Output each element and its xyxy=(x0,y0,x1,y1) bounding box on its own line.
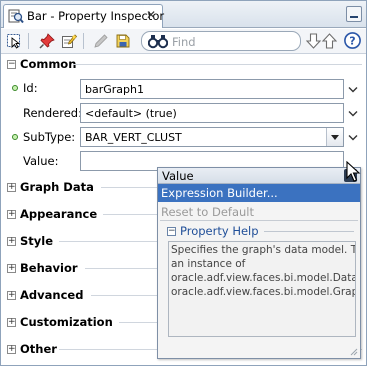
section-divider xyxy=(91,295,157,296)
menu-item-reset-to-default[interactable]: Reset to Default xyxy=(158,202,360,220)
property-inspector-panel: Bar - Property Inspector ✕ Find ? − Comm… xyxy=(0,0,367,366)
value-popup-menu: Value ✕ Expression Builder... Reset to D… xyxy=(157,167,361,359)
svg-text:?: ? xyxy=(349,35,355,48)
id-value: barGraph1 xyxy=(85,83,144,96)
pencil-icon[interactable] xyxy=(93,33,109,49)
expand-icon[interactable]: + xyxy=(7,264,16,273)
section-label: Appearance xyxy=(20,207,98,221)
section-common[interactable]: − Common xyxy=(7,57,362,73)
toolbar-separator xyxy=(83,33,84,49)
value-label: Value: xyxy=(23,154,59,168)
section-label: Graph Data xyxy=(20,180,94,194)
section-divider xyxy=(264,231,354,232)
search-placeholder: Find xyxy=(172,35,196,49)
subtype-select[interactable]: BAR_VERT_CLUST xyxy=(80,127,344,147)
property-inspector-icon xyxy=(8,9,24,24)
mouse-cursor-icon xyxy=(346,161,361,182)
expand-icon[interactable]: + xyxy=(7,210,16,219)
binoculars-icon[interactable] xyxy=(148,34,168,49)
required-indicator-icon xyxy=(12,134,18,140)
select-icon[interactable] xyxy=(6,33,22,49)
expand-icon[interactable]: + xyxy=(7,318,16,327)
edit-icon[interactable] xyxy=(61,33,77,49)
rendered-label: Rendered: xyxy=(23,106,82,120)
section-divider xyxy=(119,322,157,323)
toolbar-separator xyxy=(28,33,29,49)
resize-grip-icon[interactable] xyxy=(350,348,358,356)
collapse-icon[interactable]: − xyxy=(7,60,16,69)
section-label: Advanced xyxy=(20,288,84,302)
property-help-title: Property Help xyxy=(180,224,259,238)
section-divider xyxy=(103,214,157,215)
pin-icon[interactable] xyxy=(39,33,55,49)
rendered-select[interactable]: <default> (true) xyxy=(80,103,344,123)
property-help-text-area[interactable]: Specifies the graph's data model. This a… xyxy=(168,241,356,337)
chevron-down-icon[interactable] xyxy=(348,85,358,95)
chevron-down-icon[interactable] xyxy=(348,109,358,119)
help-icon[interactable]: ? xyxy=(344,32,361,49)
subtype-value: BAR_VERT_CLUST xyxy=(85,131,182,144)
expand-icon[interactable]: + xyxy=(7,237,16,246)
id-label: Id: xyxy=(23,81,38,95)
subtype-label: SubType: xyxy=(23,130,76,144)
menu-item-label: Reset to Default xyxy=(161,205,254,219)
search-input[interactable]: Find xyxy=(141,31,301,51)
section-label: Customization xyxy=(20,315,113,329)
section-label: Other xyxy=(20,342,57,356)
section-label: Behavior xyxy=(20,261,78,275)
expand-icon[interactable]: + xyxy=(7,183,16,192)
property-help-text: Specifies the graph's data model. This a… xyxy=(171,244,356,298)
rendered-value: <default> (true) xyxy=(85,107,177,120)
save-icon[interactable] xyxy=(115,33,131,49)
id-field[interactable]: barGraph1 xyxy=(80,79,344,99)
popup-header: Value ✕ xyxy=(158,168,360,184)
menu-item-label: Expression Builder... xyxy=(161,186,278,200)
menu-item-expression-builder[interactable]: Expression Builder... xyxy=(158,184,360,202)
chevron-down-icon[interactable] xyxy=(348,133,358,143)
expand-icon[interactable]: + xyxy=(7,345,16,354)
expand-icon[interactable]: + xyxy=(7,291,16,300)
title-bar: Bar - Property Inspector ✕ xyxy=(1,1,366,28)
tab-title: Bar - Property Inspector xyxy=(27,9,165,23)
section-divider xyxy=(73,64,362,65)
section-divider xyxy=(85,268,157,269)
tab-property-inspector[interactable]: Bar - Property Inspector ✕ xyxy=(3,4,165,28)
minimize-button[interactable] xyxy=(346,6,362,22)
section-divider xyxy=(59,241,157,242)
popup-title: Value xyxy=(162,169,194,183)
collapse-icon[interactable]: − xyxy=(167,227,176,236)
arrow-down-icon[interactable] xyxy=(306,33,321,49)
section-label: Style xyxy=(20,234,54,248)
section-divider xyxy=(101,187,157,188)
close-icon[interactable]: ✕ xyxy=(146,8,156,22)
dropdown-arrow-icon[interactable] xyxy=(326,128,343,146)
section-label: Common xyxy=(20,57,77,71)
toolbar: Find ? xyxy=(1,29,366,54)
arrow-up-icon[interactable] xyxy=(322,33,337,49)
menu-divider xyxy=(160,220,358,221)
required-indicator-icon xyxy=(12,85,18,91)
